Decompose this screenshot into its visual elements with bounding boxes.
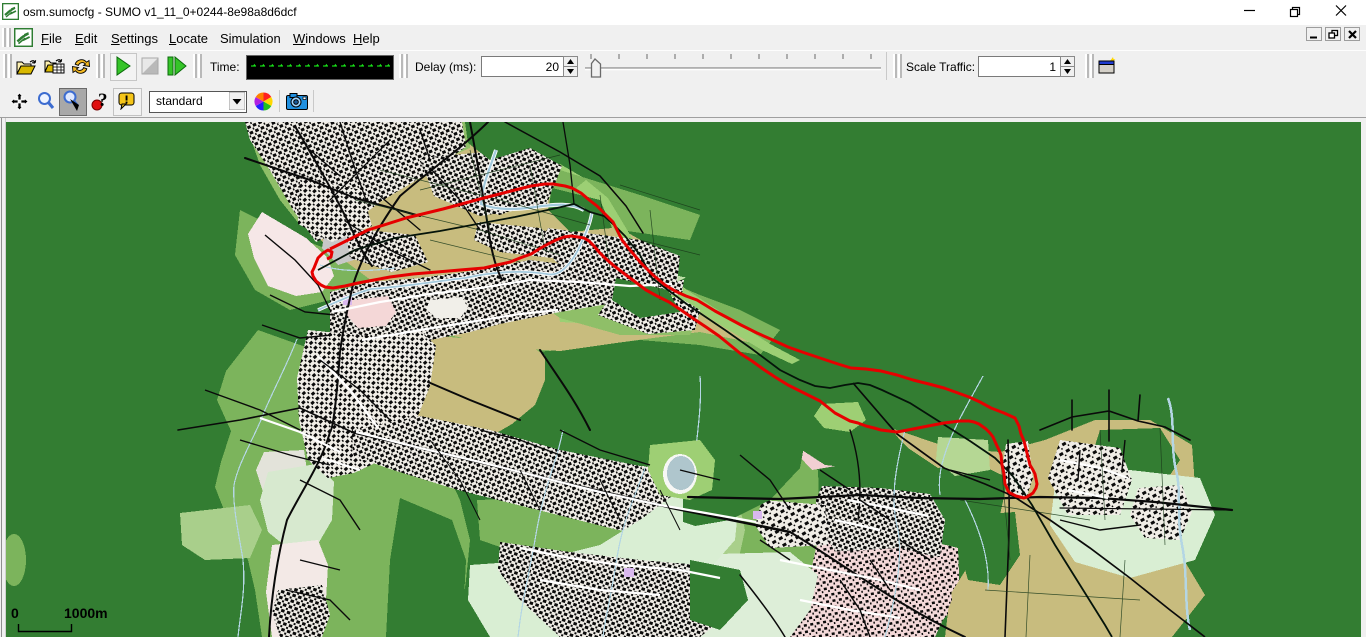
- svg-text:1000m: 1000m: [64, 605, 108, 621]
- svg-text:?: ?: [98, 92, 108, 111]
- svg-text:0: 0: [11, 605, 19, 621]
